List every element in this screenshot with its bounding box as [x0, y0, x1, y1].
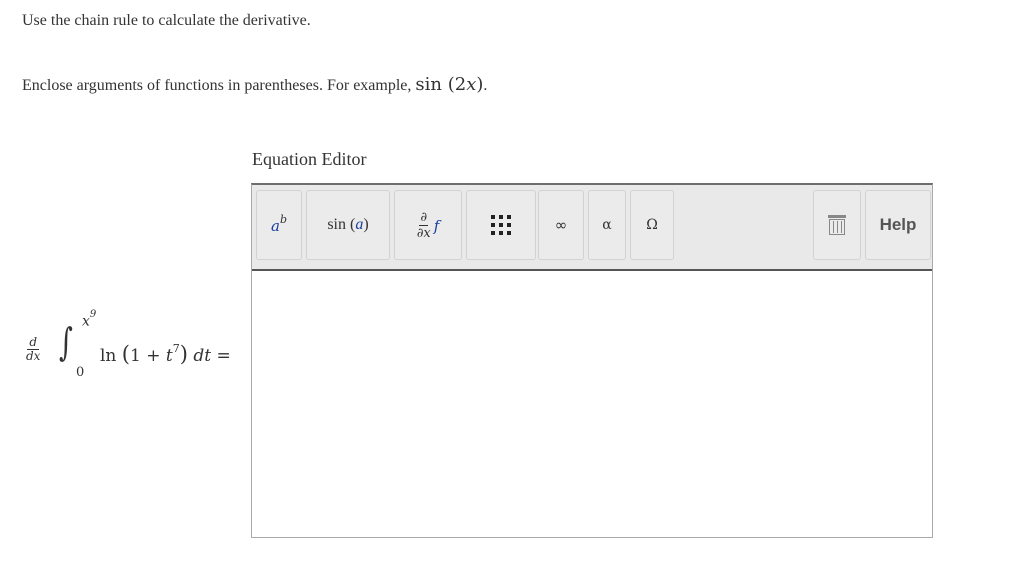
upper-limit-base: x	[82, 313, 90, 330]
matrix-dot	[491, 231, 495, 235]
instruction-suffix: .	[483, 77, 488, 94]
derivative-denominator: dx	[26, 349, 41, 363]
equals-sign: =	[216, 346, 231, 366]
partial-denominator: ∂x	[416, 225, 431, 241]
integrand-inner: 1 +	[130, 346, 166, 366]
instruction-example: Enclose arguments of functions in parent…	[22, 74, 487, 95]
answer-input[interactable]	[252, 269, 932, 537]
partial-derivative-fraction: ∂ ∂x	[417, 210, 431, 241]
derivative-operator: d dx	[26, 336, 40, 363]
derivative-numerator: d	[27, 335, 40, 350]
trash-icon	[828, 215, 846, 235]
power-base: a	[271, 217, 280, 235]
integrand-close-paren: )	[179, 342, 188, 366]
trash-line	[832, 221, 834, 233]
function-close: )	[363, 216, 369, 233]
page: Use the chain rule to calculate the deri…	[0, 0, 1024, 582]
integrand-fn: ln	[100, 346, 117, 366]
example-var: x	[466, 74, 477, 95]
trash-lid	[828, 215, 846, 218]
greek-uppercase-button[interactable]: Ω	[630, 190, 674, 260]
trash-line	[836, 221, 838, 233]
example-expression: sin (2x)	[415, 74, 483, 95]
matrix-dot	[507, 223, 511, 227]
partial-derivative-icon: ∂ ∂x f	[417, 210, 440, 241]
derivative-button[interactable]: ∂ ∂x f	[394, 190, 462, 260]
example-open: (2	[441, 74, 467, 95]
function-name: sin	[327, 216, 346, 233]
matrix-dot	[507, 231, 511, 235]
infinity-button[interactable]: ∞	[538, 190, 584, 260]
function-icon: sin (a)	[327, 216, 368, 234]
infinity-icon: ∞	[554, 216, 568, 234]
differential: dt	[193, 346, 212, 366]
power-button[interactable]: ab	[256, 190, 302, 260]
matrix-dot	[499, 215, 503, 219]
function-open: (	[346, 216, 356, 233]
equation-editor-title: Equation Editor	[252, 149, 367, 169]
upper-limit-exponent: 9	[89, 309, 97, 320]
power-icon: ab	[271, 213, 287, 235]
matrix-icon	[491, 215, 511, 235]
trash-line	[840, 221, 842, 233]
greek-lowercase-button[interactable]: α	[588, 190, 626, 260]
upper-limit: x9	[82, 309, 97, 330]
matrix-dot	[491, 223, 495, 227]
trash-body	[829, 219, 845, 235]
lower-limit: 0	[76, 365, 85, 380]
partial-numerator: ∂	[419, 209, 429, 226]
problem-expression: d dx ∫ x9 0 ln (1 + t7) dt =	[24, 309, 254, 390]
integrand-open-paren: (	[121, 342, 130, 366]
example-fn: sin	[415, 74, 442, 95]
power-exponent: b	[279, 213, 287, 226]
editor-toolbar: ab sin (a) ∂ ∂x f ∞ α Ω Help	[252, 185, 932, 269]
alpha-icon: α	[602, 217, 612, 233]
matrix-dot	[499, 223, 503, 227]
integral-sign: ∫	[58, 320, 73, 364]
matrix-dot	[491, 215, 495, 219]
clear-button[interactable]	[813, 190, 861, 260]
equation-editor: ab sin (a) ∂ ∂x f ∞ α Ω Help	[251, 183, 933, 538]
integrand-var: t	[165, 346, 173, 366]
partial-function: f	[433, 217, 440, 235]
instruction-prefix: Enclose arguments of functions in parent…	[22, 77, 416, 94]
matrix-button[interactable]	[466, 190, 536, 260]
function-button[interactable]: sin (a)	[306, 190, 390, 260]
matrix-dot	[499, 231, 503, 235]
instruction-text: Use the chain rule to calculate the deri…	[22, 12, 311, 29]
matrix-dot	[507, 215, 511, 219]
help-button[interactable]: Help	[865, 190, 931, 260]
omega-icon: Ω	[646, 217, 658, 233]
integrand: ln (1 + t7) dt =	[100, 342, 231, 366]
integrand-exponent: 7	[172, 342, 180, 356]
